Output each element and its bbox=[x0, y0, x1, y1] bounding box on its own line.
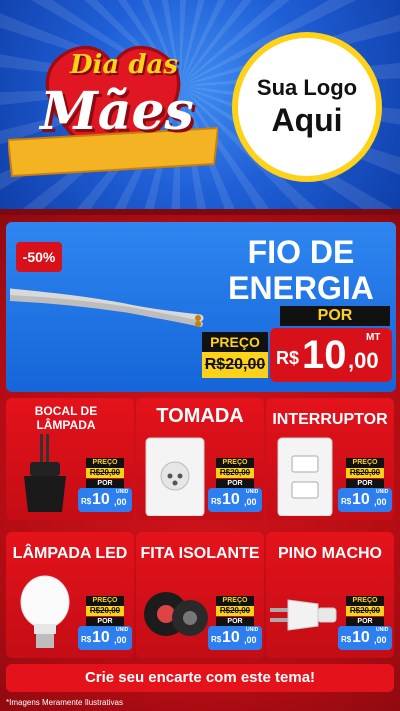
price-box: PREÇO R$20,00 POR R$ 10 ,00 UNID bbox=[78, 458, 132, 518]
unit: UNID bbox=[116, 627, 129, 633]
price-box: PREÇO R$20,00 POR R$ 10 ,00 UNID bbox=[208, 458, 262, 518]
currency: R$ bbox=[341, 635, 352, 644]
price-dec: ,00 bbox=[244, 635, 257, 645]
title-line1: Dia das bbox=[70, 50, 178, 80]
price-int: 10 bbox=[352, 629, 370, 646]
price-dec: ,00 bbox=[244, 497, 257, 507]
price-dec: ,00 bbox=[114, 497, 127, 507]
header-banner: Dia das Mães Sua Logo Aqui bbox=[0, 0, 400, 215]
dia-das-maes-title: Dia das Mães bbox=[8, 28, 218, 188]
lamp-socket-icon bbox=[24, 434, 66, 512]
price-dec: ,00 bbox=[374, 497, 387, 507]
currency: R$ bbox=[341, 497, 352, 506]
old-price: R$20,00 bbox=[346, 606, 384, 616]
logo-line2: Aqui bbox=[271, 102, 343, 138]
plug-icon bbox=[270, 599, 337, 631]
product-card: TOMADA PREÇO R$20,00 POR R$ 10 ,00 UNID bbox=[136, 398, 264, 520]
price-value: R$ 10 ,00 UNID bbox=[208, 488, 262, 512]
old-price: R$20,00 bbox=[346, 468, 384, 478]
unit: UNID bbox=[376, 489, 389, 495]
hero-por-label: POR bbox=[280, 306, 390, 326]
product-name: BOCAL DE LÂMPADA bbox=[34, 404, 98, 432]
price-box: PREÇO R$20,00 POR R$ 10 ,00 UNID bbox=[78, 596, 132, 656]
price-value: R$ 10 ,00 UNID bbox=[338, 626, 392, 650]
por-label: POR bbox=[346, 617, 384, 626]
tape-icon bbox=[144, 592, 208, 636]
preco-label: PREÇO bbox=[346, 596, 384, 606]
price-value: R$ 10 ,00 UNID bbox=[78, 488, 132, 512]
hero-price-dec: ,00 bbox=[348, 348, 379, 373]
unit: UNID bbox=[246, 627, 259, 633]
old-price: R$20,00 bbox=[86, 606, 124, 616]
wire-icon bbox=[10, 288, 204, 327]
por-label: POR bbox=[86, 479, 124, 488]
product-card: BOCAL DE LÂMPADA PREÇO R$20,00 POR R$ 10… bbox=[6, 398, 134, 520]
currency: R$ bbox=[211, 635, 222, 644]
title-line2: Mães bbox=[40, 81, 194, 142]
hero-offer-card: -50% FIO DE ENERGIA POR PREÇO R$20,00 R$… bbox=[6, 222, 396, 392]
led-bulb-icon bbox=[20, 575, 70, 648]
price-value: R$ 10 ,00 UNID bbox=[208, 626, 262, 650]
product-name: FITA ISOLANTE bbox=[140, 545, 260, 562]
preco-label: PREÇO bbox=[86, 458, 124, 468]
price-box: PREÇO R$20,00 POR R$ 10 ,00 UNID bbox=[338, 596, 392, 656]
cta-banner[interactable]: Crie seu encarte com este tema! bbox=[6, 664, 394, 692]
unit: UNID bbox=[376, 627, 389, 633]
old-price: R$20,00 bbox=[216, 606, 254, 616]
price-dec: ,00 bbox=[114, 635, 127, 645]
por-label: POR bbox=[216, 479, 254, 488]
preco-label: PREÇO bbox=[346, 458, 384, 468]
por-label: POR bbox=[86, 617, 124, 626]
product-card: LÂMPADA LED PREÇO R$20,00 POR R$ 10 ,00 … bbox=[6, 532, 134, 658]
logo-line1: Sua Logo bbox=[256, 75, 358, 100]
price-int: 10 bbox=[92, 629, 110, 646]
product-card: PINO MACHO PREÇO R$20,00 POR R$ 10 ,00 U… bbox=[266, 532, 394, 658]
price-int: 10 bbox=[352, 491, 370, 508]
logo-placeholder: Sua Logo Aqui bbox=[232, 32, 382, 182]
preco-label: PREÇO bbox=[86, 596, 124, 606]
currency: R$ bbox=[81, 497, 92, 506]
unit: UNID bbox=[116, 489, 129, 495]
hero-price-box: R$ 10 ,00 MT bbox=[270, 328, 392, 382]
product-name: LÂMPADA LED bbox=[12, 545, 128, 562]
hero-price-int: 10 bbox=[302, 333, 347, 377]
hero-currency: R$ bbox=[276, 348, 300, 368]
hero-product-title: FIO DE ENERGIA bbox=[228, 234, 374, 306]
hero-preco-label: PREÇO bbox=[202, 332, 268, 352]
preco-label: PREÇO bbox=[216, 596, 254, 606]
hero-old-price-box: PREÇO R$20,00 bbox=[202, 332, 268, 380]
currency: R$ bbox=[211, 497, 222, 506]
price-dec: ,00 bbox=[374, 635, 387, 645]
por-label: POR bbox=[216, 617, 254, 626]
price-value: R$ 10 ,00 UNID bbox=[338, 488, 392, 512]
currency: R$ bbox=[81, 635, 92, 644]
discount-badge: -50% bbox=[16, 242, 62, 272]
por-label: POR bbox=[346, 479, 384, 488]
price-value: R$ 10 ,00 UNID bbox=[78, 626, 132, 650]
product-name: PINO MACHO bbox=[278, 545, 382, 562]
price-box: PREÇO R$20,00 POR R$ 10 ,00 UNID bbox=[208, 596, 262, 656]
hero-unit: MT bbox=[366, 332, 381, 343]
price-int: 10 bbox=[92, 491, 110, 508]
old-price: R$20,00 bbox=[86, 468, 124, 478]
hero-old-price: R$20,00 bbox=[202, 352, 268, 378]
price-int: 10 bbox=[222, 491, 240, 508]
product-card: INTERRUPTOR PREÇO R$20,00 POR R$ 10 ,00 … bbox=[266, 398, 394, 520]
price-int: 10 bbox=[222, 629, 240, 646]
switch-icon bbox=[277, 437, 333, 516]
outlet-icon bbox=[145, 437, 205, 516]
unit: UNID bbox=[246, 489, 259, 495]
old-price: R$20,00 bbox=[216, 468, 254, 478]
preco-label: PREÇO bbox=[216, 458, 254, 468]
price-box: PREÇO R$20,00 POR R$ 10 ,00 UNID bbox=[338, 458, 392, 518]
product-card: FITA ISOLANTE PREÇO R$20,00 POR R$ 10 ,0… bbox=[136, 532, 264, 658]
disclaimer: *Imagens Meramente Ilustrativas bbox=[6, 698, 123, 707]
product-name: INTERRUPTOR bbox=[272, 411, 388, 428]
product-name: TOMADA bbox=[156, 405, 244, 427]
